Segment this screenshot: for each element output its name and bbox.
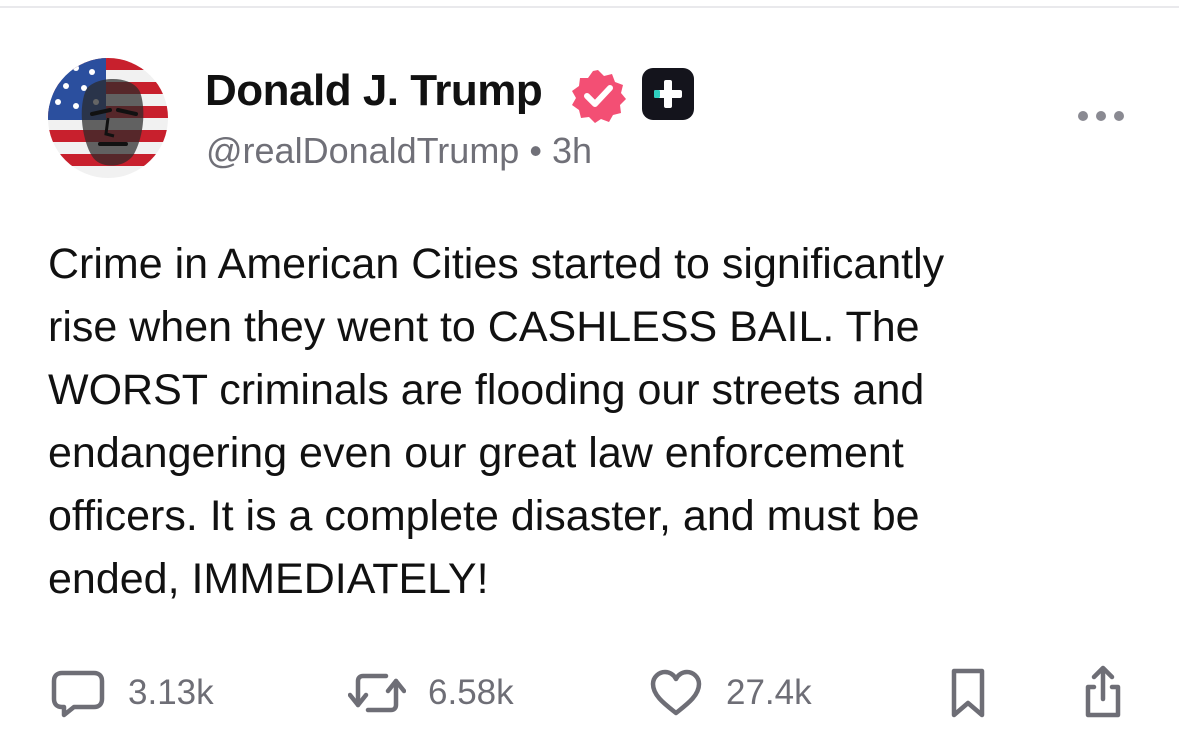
- avatar[interactable]: [48, 58, 168, 178]
- ellipsis-icon: [1078, 111, 1124, 121]
- share-button[interactable]: [1080, 663, 1126, 723]
- post-card: Donald J. Trump @realDonaldTrump • 3h Crim…: [0, 0, 1179, 752]
- verified-badge-icon: [569, 67, 627, 125]
- heart-icon: [648, 665, 704, 721]
- reply-button[interactable]: 3.13k: [50, 663, 214, 723]
- bookmark-button[interactable]: [946, 663, 990, 723]
- author-handle[interactable]: @realDonaldTrump: [206, 130, 519, 171]
- like-button[interactable]: 27.4k: [648, 663, 812, 723]
- author-meta: @realDonaldTrump • 3h: [206, 130, 592, 172]
- author-display-name[interactable]: Donald J. Trump: [205, 66, 543, 116]
- reply-count: 3.13k: [128, 673, 214, 712]
- post-timestamp[interactable]: 3h: [552, 130, 592, 171]
- comment-icon: [50, 665, 106, 721]
- share-icon: [1080, 665, 1126, 721]
- post-body-text: Crime in American Cities started to sign…: [48, 240, 945, 603]
- like-count: 27.4k: [726, 673, 812, 712]
- meta-separator: •: [529, 130, 542, 171]
- repost-button[interactable]: 6.58k: [348, 663, 514, 723]
- bookmark-icon: [946, 665, 990, 721]
- plus-badge-icon: [641, 67, 695, 121]
- more-options-button[interactable]: [1075, 106, 1127, 126]
- repost-icon: [348, 665, 406, 721]
- repost-count: 6.58k: [428, 673, 514, 712]
